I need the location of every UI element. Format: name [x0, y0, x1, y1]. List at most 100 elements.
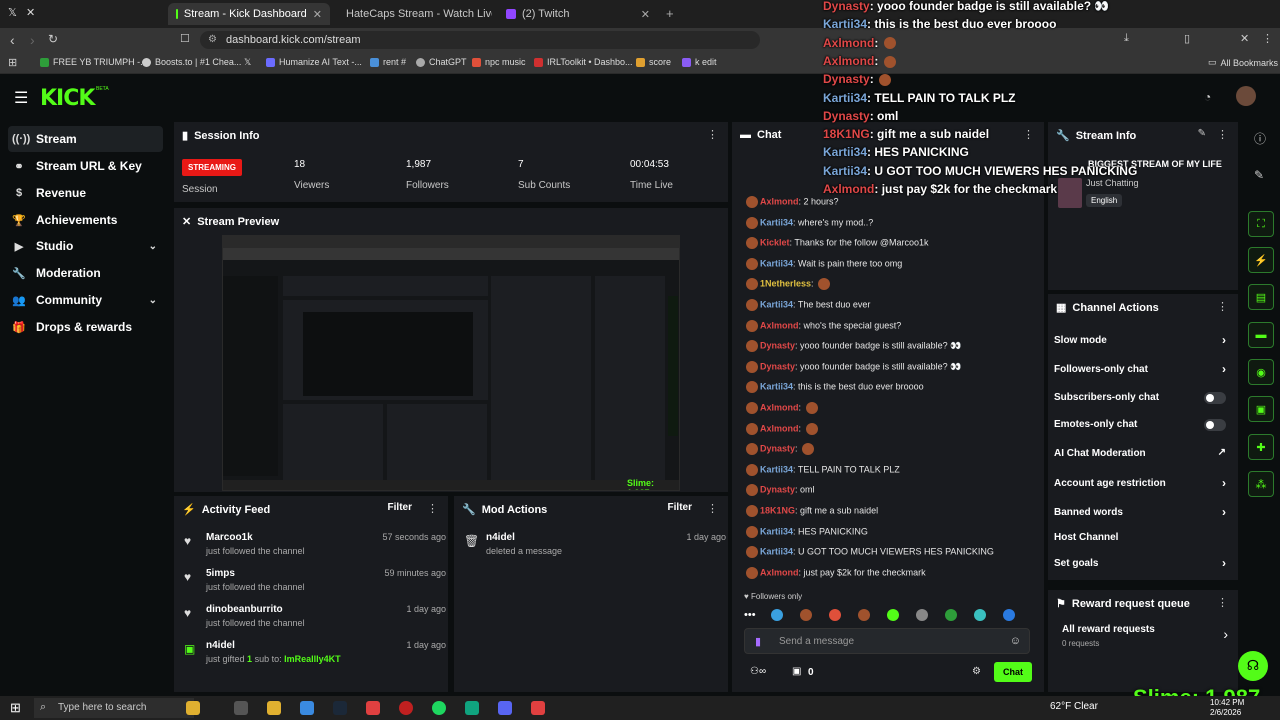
sidebar-item-stream[interactable]: ((·)) Stream: [8, 126, 163, 152]
tab-hatecaps[interactable]: HateCaps Stream - Watch Live o ✕: [332, 3, 492, 25]
chevron-right-icon[interactable]: ›: [1223, 626, 1228, 642]
bookmark-icon[interactable]: ☐: [180, 32, 190, 45]
tab-twitch[interactable]: (2) Twitch ✕: [498, 3, 658, 25]
chat-username[interactable]: 1Netherless: [760, 279, 811, 289]
chat-username[interactable]: Dynasty: [760, 444, 795, 454]
feed-username[interactable]: n4idel: [206, 640, 235, 651]
bookmark-item[interactable]: ChatGPT: [416, 57, 467, 67]
bookmark-item[interactable]: k edit: [682, 57, 717, 67]
rail-button-3[interactable]: ▤: [1248, 284, 1274, 310]
copilot-icon[interactable]: [186, 701, 200, 715]
stream-preview-video[interactable]: Slime: 1,987: [222, 235, 680, 491]
gear-icon[interactable]: ⚙: [972, 666, 981, 677]
users-icon[interactable]: ⚇∞: [750, 666, 766, 677]
clock-date[interactable]: 2/6/2026: [1210, 708, 1241, 717]
kebab-menu-icon[interactable]: ⋮: [1217, 128, 1228, 141]
account-age-row[interactable]: Account age restriction ›: [1054, 476, 1234, 490]
emote-icon[interactable]: [828, 609, 841, 621]
subscribers-only-toggle[interactable]: [1204, 392, 1226, 404]
bookmark-item[interactable]: npc music: [472, 57, 526, 67]
chat-input[interactable]: ▮ Send a message ☺: [744, 628, 1030, 654]
external-link-icon[interactable]: ↗: [1218, 447, 1226, 458]
emotes-only-toggle[interactable]: [1204, 419, 1226, 431]
all-rewards-row[interactable]: All reward requests 0 requests ›: [1062, 624, 1228, 654]
filter-button[interactable]: Filter: [388, 502, 412, 513]
chevron-down-icon[interactable]: ⌄: [149, 295, 157, 306]
gift-icon[interactable]: ▣: [792, 666, 801, 677]
x-icon[interactable]: 𝕏: [8, 6, 17, 19]
forward-icon[interactable]: ›: [30, 32, 35, 48]
bookmark-item[interactable]: IRLToolkit • Dashbo...: [534, 57, 633, 67]
chevron-right-icon[interactable]: ›: [1222, 333, 1226, 347]
emote-icon[interactable]: [1002, 609, 1015, 621]
feed-username[interactable]: 5imps: [206, 568, 235, 579]
app-icon[interactable]: [465, 701, 479, 715]
help-icon[interactable]: ◔: [1204, 90, 1211, 104]
followers-only-row[interactable]: Followers-only chat ›: [1054, 362, 1234, 376]
host-channel-row[interactable]: Host Channel: [1054, 532, 1234, 543]
rail-button-5[interactable]: ◉: [1248, 359, 1274, 385]
rail-button-7[interactable]: ✚: [1248, 434, 1274, 460]
x-icon[interactable]: ✕: [26, 6, 35, 19]
app-icon[interactable]: [531, 701, 545, 715]
rail-button-1[interactable]: ⛶: [1248, 211, 1274, 237]
url-input[interactable]: ⚙ dashboard.kick.com/stream: [200, 31, 760, 49]
chevron-right-icon[interactable]: ›: [1222, 556, 1226, 570]
kebab-menu-icon[interactable]: ⋮: [427, 502, 438, 515]
spotify-icon[interactable]: [432, 701, 446, 715]
feed-username[interactable]: Marcoo1k: [206, 532, 253, 543]
emote-icon[interactable]: [886, 609, 899, 621]
chat-username[interactable]: Dynasty: [760, 341, 795, 351]
reload-icon[interactable]: ↻: [48, 32, 58, 46]
chat-username[interactable]: Kartii34: [760, 299, 793, 309]
menu-icon[interactable]: ⋮: [1262, 32, 1273, 45]
emote-icon[interactable]: [770, 609, 783, 621]
chat-username[interactable]: Kartii34: [760, 526, 793, 536]
feed-username[interactable]: dinobeanburrito: [206, 604, 283, 615]
chat-username[interactable]: Axlmond: [760, 423, 799, 433]
chat-username[interactable]: Dynasty: [760, 485, 795, 495]
rail-button-2[interactable]: ⚡: [1248, 247, 1274, 273]
apps-icon[interactable]: ⊞: [8, 56, 17, 69]
chat-username[interactable]: Axlmond: [760, 567, 799, 577]
kebab-menu-icon[interactable]: ⋮: [1217, 596, 1228, 609]
emote-icon[interactable]: [915, 609, 928, 621]
rail-button-4[interactable]: ▬: [1248, 322, 1274, 348]
sidebar-item-community[interactable]: 👥 Community ⌄: [8, 287, 163, 313]
send-chat-button[interactable]: Chat: [994, 662, 1032, 682]
chevron-down-icon[interactable]: ⌄: [149, 241, 157, 252]
file-explorer-icon[interactable]: [267, 701, 281, 715]
sidebar-item-moderation[interactable]: 🔧 Moderation: [8, 260, 163, 286]
chat-username[interactable]: Axlmond: [760, 320, 799, 330]
feed-username[interactable]: n4idel: [486, 532, 515, 543]
hamburger-menu-icon[interactable]: ☰: [14, 88, 28, 108]
bookmark-item[interactable]: FREE YB TRIUMPH -...: [40, 57, 148, 67]
emote-icon[interactable]: [973, 609, 986, 621]
chat-username[interactable]: Axlmond: [760, 196, 799, 206]
more-emotes-icon[interactable]: •••: [744, 609, 756, 621]
emote-icon[interactable]: [799, 609, 812, 621]
emoji-icon[interactable]: ☺: [1010, 635, 1021, 647]
set-goals-row[interactable]: Set goals ›: [1054, 556, 1234, 570]
ai-moderation-row[interactable]: AI Chat Moderation ↗: [1054, 447, 1234, 459]
emote-icon[interactable]: [944, 609, 957, 621]
edit-icon[interactable]: ✎: [1198, 128, 1206, 139]
kebab-menu-icon[interactable]: ⋮: [707, 128, 718, 141]
banned-words-row[interactable]: Banned words ›: [1054, 505, 1234, 519]
download-icon[interactable]: ⤓: [1124, 32, 1129, 45]
close-icon[interactable]: ✕: [313, 8, 322, 21]
subscribers-only-row[interactable]: Subscribers-only chat: [1054, 392, 1234, 404]
bookmark-item[interactable]: Boosts.to | #1 Chea...: [142, 57, 241, 67]
chevron-right-icon[interactable]: ›: [1222, 476, 1226, 490]
app-icon[interactable]: [300, 701, 314, 715]
bookmark-item[interactable]: 𝕏: [244, 57, 251, 68]
bookmark-item[interactable]: score: [636, 57, 671, 67]
info-icon[interactable]: ⓘ: [1254, 130, 1266, 147]
close-icon[interactable]: ✕: [641, 8, 650, 21]
category-name[interactable]: Just Chatting: [1086, 178, 1139, 188]
kebab-menu-icon[interactable]: ⋮: [707, 502, 718, 515]
chat-username[interactable]: 18K1NG: [760, 505, 795, 515]
new-tab-icon[interactable]: +: [666, 6, 674, 21]
support-chat-icon[interactable]: ☊: [1238, 651, 1268, 681]
bookmark-item[interactable]: rent #: [370, 57, 406, 67]
